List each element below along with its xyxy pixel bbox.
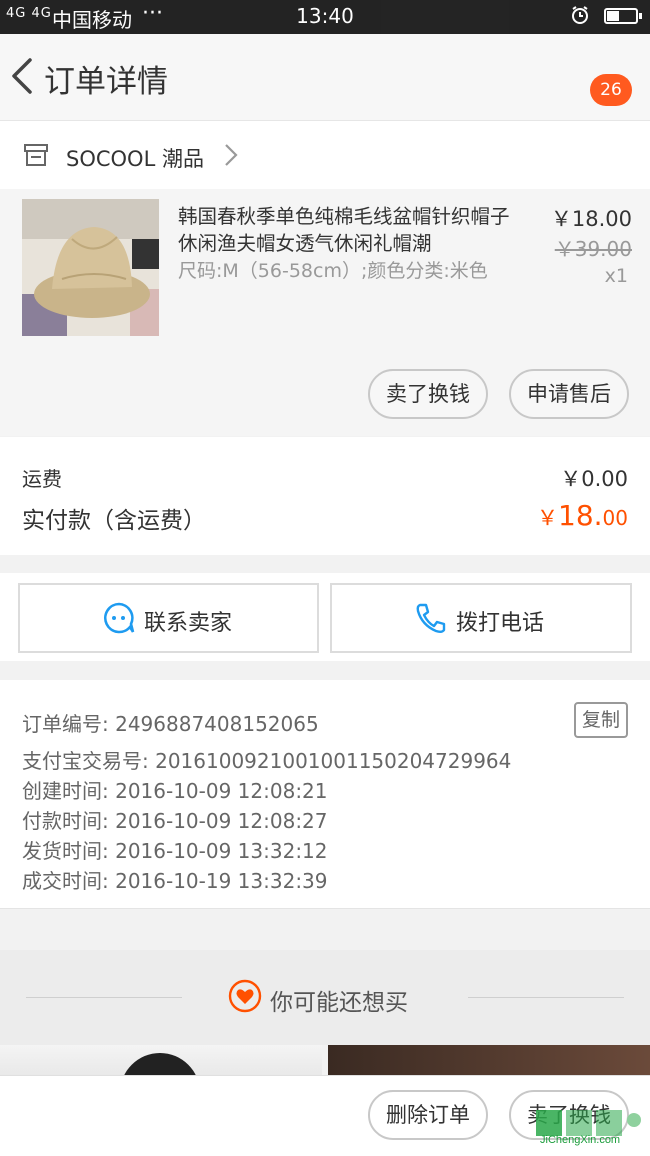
order-info: 订单编号: 2496887408152065 复制 支付宝交易号: 201610… — [0, 680, 650, 909]
shipping-label: 运费 — [22, 467, 62, 491]
shipped-time: 发货时间: 2016-10-09 13:32:12 — [22, 839, 328, 863]
paid-time: 付款时间: 2016-10-09 12:08:27 — [22, 809, 328, 833]
phone-icon — [416, 603, 446, 633]
divider-right — [468, 997, 624, 998]
watermark-logo — [536, 1110, 641, 1136]
contact-bar: 联系卖家 拨打电话 — [0, 573, 650, 661]
contact-seller-button[interactable]: 联系卖家 — [18, 583, 319, 653]
product-item[interactable]: 韩国春秋季单色纯棉毛线盆帽针织帽子休闲渔夫帽女透气休闲礼帽潮 尺码:M（56-5… — [0, 189, 650, 436]
product-quantity: x1 — [604, 265, 628, 287]
heart-icon — [228, 979, 262, 1013]
order-number: 订单编号: 2496887408152065 — [22, 712, 319, 736]
paid-decimal: 00 — [602, 506, 628, 530]
product-thumbnail[interactable] — [22, 199, 159, 336]
watermark-text: JiChengXin.com — [540, 1134, 621, 1146]
product-spec: 尺码:M（56-58cm）;颜色分类:米色 — [178, 260, 488, 282]
paid-amount: ￥18.00 — [537, 499, 628, 532]
paid-currency: ￥ — [537, 506, 559, 530]
after-sale-button[interactable]: 申请售后 — [509, 369, 629, 419]
delete-order-button[interactable]: 删除订单 — [368, 1090, 488, 1140]
chevron-right-icon — [225, 144, 238, 166]
shipping-value: ￥0.00 — [560, 467, 628, 491]
shop-icon — [24, 144, 48, 166]
divider-left — [26, 997, 182, 998]
call-phone-label: 拨打电话 — [456, 611, 545, 636]
battery-icon — [604, 8, 642, 24]
recommend-item-image[interactable] — [0, 1045, 322, 1093]
message-badge[interactable]: 26 — [590, 74, 632, 106]
shop-name[interactable]: SOCOOL 潮品 — [66, 143, 204, 173]
completed-time: 成交时间: 2016-10-19 13:32:39 — [22, 869, 328, 893]
status-time: 13:40 — [296, 4, 354, 28]
chat-bubble-icon — [103, 602, 135, 634]
recommend-title: 你可能还想买 — [270, 990, 408, 1016]
call-phone-button[interactable]: 拨打电话 — [330, 583, 632, 653]
bottom-action-bar: 删除订单 卖了换钱 JiChengXin.com — [0, 1075, 650, 1156]
contact-seller-label: 联系卖家 — [144, 611, 233, 636]
recommend-list — [0, 1045, 650, 1093]
product-price: ￥18.00 — [550, 207, 632, 231]
back-arrow-icon[interactable] — [8, 56, 36, 96]
alipay-trade-number: 支付宝交易号: 2016100921001001150204729964 — [22, 749, 512, 773]
header: 订单详情 26 — [0, 34, 650, 121]
resell-button[interactable]: 卖了换钱 — [368, 369, 488, 419]
product-original-price: ￥39.00 — [554, 237, 632, 261]
page-title: 订单详情 — [44, 64, 168, 100]
paid-label: 实付款（含运费） — [22, 508, 206, 534]
product-title[interactable]: 韩国春秋季单色纯棉毛线盆帽针织帽子休闲渔夫帽女透气休闲礼帽潮 — [178, 203, 518, 257]
created-time: 创建时间: 2016-10-09 12:08:21 — [22, 779, 328, 803]
recommend-header: 你可能还想买 — [0, 950, 650, 1045]
copy-button[interactable]: 复制 — [574, 702, 628, 738]
status-bar: 4G 4G 中国移动 ··· 13:40 — [0, 0, 650, 34]
recommend-item-image[interactable] — [328, 1045, 650, 1075]
fee-summary: 运费 ￥0.00 实付款（含运费） ￥18.00 — [0, 437, 650, 555]
alarm-icon — [572, 6, 588, 24]
paid-integer: 18. — [558, 499, 603, 532]
shop-row[interactable]: SOCOOL 潮品 — [0, 121, 650, 189]
